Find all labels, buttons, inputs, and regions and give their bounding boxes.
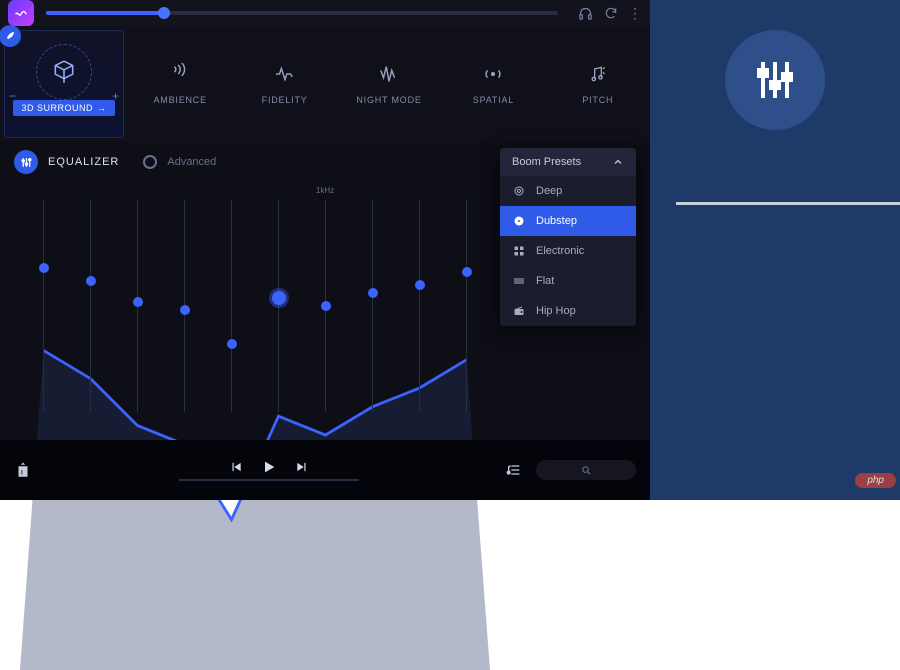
effect-main-label: 3D SURROUND→ xyxy=(13,100,114,116)
equalizer-body: 1kHz Boom Presets DeepDubstepElectronicF… xyxy=(0,182,650,422)
eq-band-slider[interactable] xyxy=(20,200,67,412)
preset-label: Hip Hop xyxy=(536,305,576,317)
player-footer xyxy=(0,440,650,500)
effect-ambience[interactable]: AMBIENCE xyxy=(128,26,232,142)
cube-icon xyxy=(44,52,84,92)
equalizer-title: EQUALIZER xyxy=(48,156,119,168)
side-panel: php xyxy=(650,0,900,500)
effect-label: AMBIENCE xyxy=(153,95,206,105)
kebab-menu-icon[interactable]: ⋮ xyxy=(628,5,642,22)
preset-item-dubstep[interactable]: Dubstep xyxy=(500,206,636,236)
bars-icon xyxy=(512,275,526,287)
eq-band-slider[interactable] xyxy=(67,200,114,412)
effects-list: AMBIENCE FIDELITY NIGHT MODE SPATIAL xyxy=(128,26,650,142)
eq-band-slider[interactable] xyxy=(255,200,302,412)
header-bar: ⋮ xyxy=(0,0,650,26)
preset-item-flat[interactable]: Flat xyxy=(500,266,636,296)
preset-label: Flat xyxy=(536,275,554,287)
presets-dropdown: Boom Presets Deep Dubstep Electronic Flat Hi… xyxy=(500,148,636,326)
pitch-icon xyxy=(588,63,608,85)
disc-icon xyxy=(512,215,526,227)
effects-row: − + 3D SURROUND→ AMBIENCE FIDELITY xyxy=(0,26,650,142)
effect-label: PITCH xyxy=(582,95,613,105)
circle-icon xyxy=(512,185,526,197)
eq-band-slider[interactable] xyxy=(396,200,443,412)
fidelity-icon xyxy=(273,63,297,85)
transport-controls xyxy=(229,459,309,475)
ambience-icon xyxy=(169,63,191,85)
prev-track-button[interactable] xyxy=(229,460,243,474)
volume-slider[interactable] xyxy=(46,11,558,15)
divider-line xyxy=(676,202,900,205)
next-track-button[interactable] xyxy=(295,460,309,474)
effect-fidelity[interactable]: FIDELITY xyxy=(232,26,336,142)
feather-icon xyxy=(0,25,21,47)
app-logo-icon xyxy=(8,0,34,26)
preset-label: Deep xyxy=(536,185,562,197)
eq-band-slider[interactable] xyxy=(349,200,396,412)
spatial-icon xyxy=(481,63,505,85)
effect-label: FIDELITY xyxy=(262,95,308,105)
advanced-label: Advanced xyxy=(167,156,216,168)
eq-bands xyxy=(20,200,490,412)
eq-band-slider[interactable] xyxy=(443,200,490,412)
sliders-circle-icon xyxy=(725,30,825,130)
refresh-icon[interactable] xyxy=(602,4,620,22)
php-watermark: php xyxy=(855,473,896,488)
eq-band-slider[interactable] xyxy=(114,200,161,412)
effect-label: NIGHT MODE xyxy=(356,95,421,105)
audio-app-window: ⋮ − + 3D SURROUND→ AMBIENCE xyxy=(0,0,650,500)
effect-3d-surround[interactable]: − + 3D SURROUND→ xyxy=(4,30,124,138)
eq-band-slider[interactable] xyxy=(302,200,349,412)
queue-icon[interactable] xyxy=(506,462,522,478)
chevron-up-icon xyxy=(612,156,624,168)
grid-icon xyxy=(512,245,526,257)
presets-header[interactable]: Boom Presets xyxy=(500,148,636,176)
play-button[interactable] xyxy=(261,459,277,475)
decrease-icon[interactable]: − xyxy=(9,89,16,103)
preset-item-electronic[interactable]: Electronic xyxy=(500,236,636,266)
search-box[interactable] xyxy=(536,460,636,480)
preset-item-deep[interactable]: Deep xyxy=(500,176,636,206)
effect-label: SPATIAL xyxy=(473,95,514,105)
preset-item-hiphop[interactable]: Hip Hop xyxy=(500,296,636,326)
preset-label: Electronic xyxy=(536,245,584,257)
effect-pitch[interactable]: PITCH xyxy=(546,26,650,142)
progress-bar[interactable] xyxy=(179,479,359,481)
preset-label: Dubstep xyxy=(536,215,577,227)
effect-spatial[interactable]: SPATIAL xyxy=(441,26,545,142)
effect-night-mode[interactable]: NIGHT MODE xyxy=(337,26,441,142)
advanced-radio[interactable] xyxy=(143,155,157,169)
library-icon[interactable] xyxy=(14,461,32,479)
night-mode-icon xyxy=(377,63,401,85)
increase-icon[interactable]: + xyxy=(112,89,119,103)
eq-band-slider[interactable] xyxy=(208,200,255,412)
headphones-icon[interactable] xyxy=(576,4,594,22)
eq-band-slider[interactable] xyxy=(161,200,208,412)
equalizer-toggle[interactable] xyxy=(14,150,38,174)
radio-icon xyxy=(512,305,526,317)
